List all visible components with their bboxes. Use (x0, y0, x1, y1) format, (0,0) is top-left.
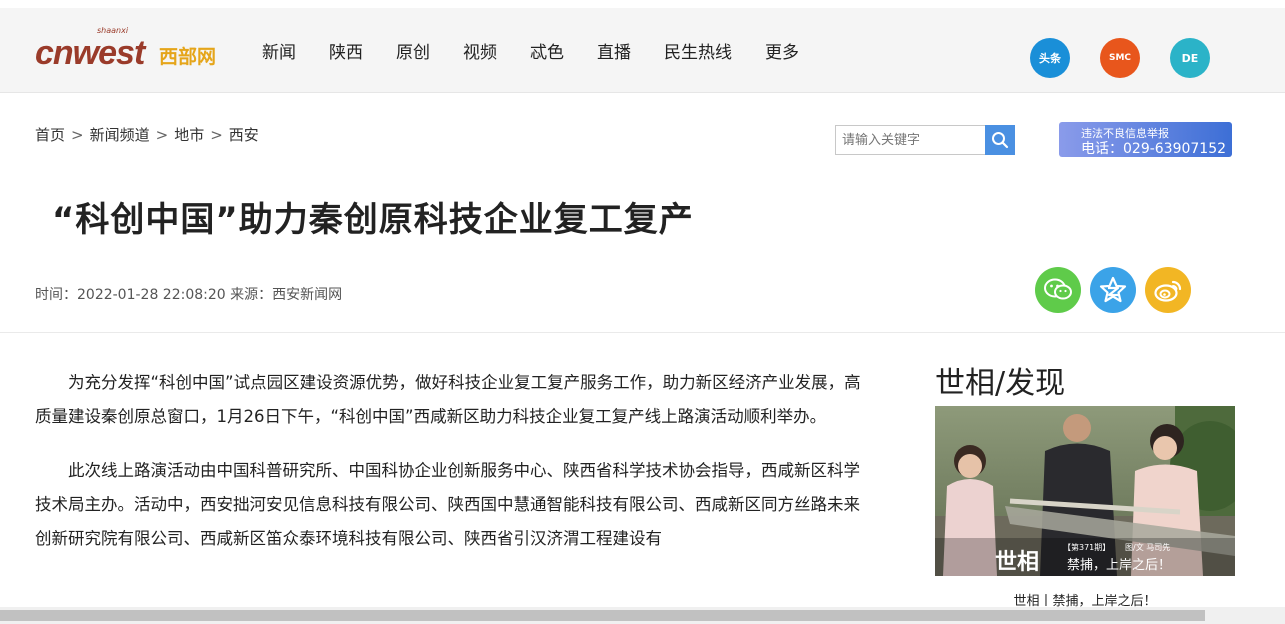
site-header: shaanxi cnwest 西部网 新闻 陕西 原创 视频 忒色 直播 民生热… (0, 8, 1285, 93)
wechat-share-icon (1044, 278, 1072, 300)
breadcrumb-separator: > (210, 126, 223, 144)
sidebar-title: 世相/发现 (935, 366, 1066, 401)
main-nav: 新闻 陕西 原创 视频 忒色 直播 民生热线 更多 (262, 38, 832, 63)
search-button[interactable] (985, 125, 1015, 155)
header-divider (0, 332, 1285, 333)
image-headline: 禁捕，上岸之后！ (1067, 558, 1172, 573)
share-weibo-button[interactable] (1145, 267, 1191, 313)
qzone-share-icon (1099, 276, 1127, 303)
nav-item-video[interactable]: 视频 (463, 38, 497, 63)
nav-item-shaanxi[interactable]: 陕西 (329, 38, 363, 63)
breadcrumb-separator: > (71, 126, 84, 144)
cnwest-logo[interactable]: shaanxi cnwest 西部网 (35, 26, 235, 78)
nav-item-tese[interactable]: 忒色 (530, 38, 564, 63)
nav-item-more[interactable]: 更多 (765, 38, 799, 63)
article-body: 为充分发挥“科创中国”试点园区建设资源优势，做好科技企业复工复产服务工作，助力新… (35, 366, 865, 576)
toutiao-app-icon[interactable]: 头条 (1030, 38, 1070, 78)
search-input[interactable] (835, 125, 985, 155)
breadcrumb-separator: > (155, 126, 169, 144)
breadcrumb-news-channel[interactable]: 新闻频道 (90, 126, 150, 144)
nav-item-news[interactable]: 新闻 (262, 38, 296, 63)
article-paragraph: 为充分发挥“科创中国”试点园区建设资源优势，做好科技企业复工复产服务工作，助力新… (35, 373, 861, 426)
report-banner[interactable]: 违法不良信息举报 电话：029-63907152 (1059, 122, 1232, 157)
nav-item-hotline[interactable]: 民生热线 (664, 38, 732, 63)
nav-item-live[interactable]: 直播 (597, 38, 631, 63)
logo-en: cnwest (35, 34, 145, 72)
weibo-share-icon (1154, 280, 1182, 302)
image-issue-badge: 【第371期】 (1063, 543, 1111, 552)
logo-cn: 西部网 (159, 46, 217, 68)
breadcrumb-cities[interactable]: 地市 (174, 126, 204, 144)
horizontal-scrollbar[interactable] (0, 607, 1285, 624)
breadcrumb-home[interactable]: 首页 (35, 126, 65, 144)
toutiao-app-label: 头条 (1039, 52, 1061, 65)
sidebar-feature-image[interactable]: 世相 【第371期】 图/文 马司先 禁捕，上岸之后！ (935, 406, 1235, 576)
article-meta: 时间：2022-01-28 22:08:20 来源：西安新闻网 (35, 287, 343, 303)
article-title: “科创中国”助力秦创原科技企业复工复产 (52, 200, 694, 240)
scrollbar-thumb[interactable] (0, 610, 1205, 621)
search-box (835, 125, 1015, 155)
breadcrumb: 首页 > 新闻频道 > 地市 > 西安 (35, 124, 259, 145)
de-app-label: DE (1181, 51, 1199, 65)
share-qzone-button[interactable] (1090, 267, 1136, 313)
nav-item-original[interactable]: 原创 (396, 38, 430, 63)
image-brand-text: 世相 (995, 549, 1040, 575)
breadcrumb-xian[interactable]: 西安 (229, 126, 259, 144)
smc-app-label: SMC (1108, 53, 1132, 63)
image-credit: 图/文 马司先 (1125, 543, 1171, 552)
share-wechat-button[interactable] (1035, 267, 1081, 313)
search-icon (992, 132, 1009, 149)
smc-app-icon[interactable]: SMC (1100, 38, 1140, 78)
report-phone: 电话：029-63907152 (1081, 141, 1227, 157)
article-paragraph: 此次线上路演活动由中国科普研究所、中国科协企业创新服务中心、陕西省科学技术协会指… (35, 461, 860, 548)
de-app-icon[interactable]: DE (1170, 38, 1210, 78)
